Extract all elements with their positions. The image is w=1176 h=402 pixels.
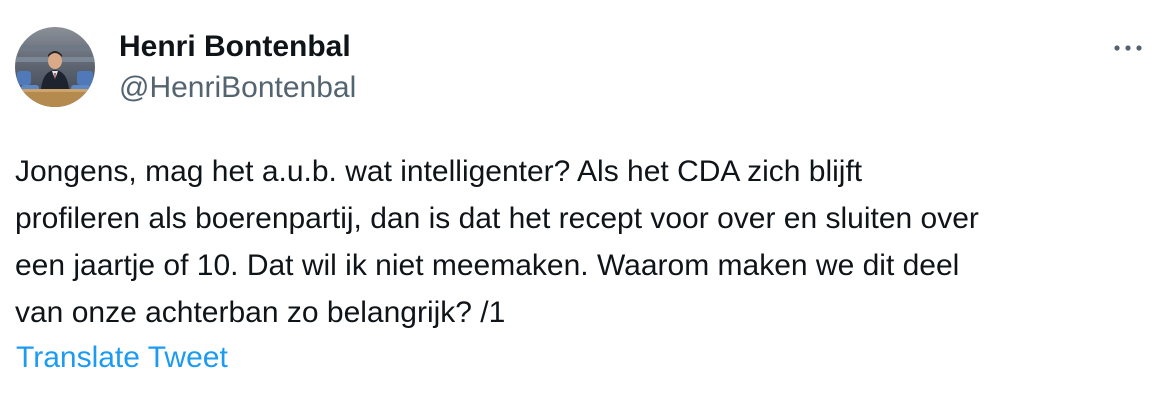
author-display-name[interactable]: Henri Bontenbal — [119, 29, 351, 65]
more-options-button[interactable] — [1108, 34, 1148, 62]
tweet-card: Henri Bontenbal @HenriBontenbal Jongens,… — [0, 0, 1176, 402]
more-horizontal-icon — [1113, 44, 1143, 52]
tweet-text-line: een jaartje of 10. Dat wil ik niet meema… — [15, 249, 960, 282]
tweet-text-line: van onze achterban zo belangrijk? /1 — [15, 296, 506, 329]
avatar-image — [15, 27, 95, 107]
author-handle[interactable]: @HenriBontenbal — [119, 70, 356, 106]
tweet-text-line: profileren als boerenpartij, dan is dat … — [15, 202, 979, 235]
translate-tweet-link[interactable]: Translate Tweet — [16, 337, 228, 379]
avatar[interactable] — [15, 27, 95, 107]
tweet-text: Jongens, mag het a.u.b. wat intelligente… — [15, 148, 1155, 336]
tweet-text-line: Jongens, mag het a.u.b. wat intelligente… — [15, 155, 863, 188]
